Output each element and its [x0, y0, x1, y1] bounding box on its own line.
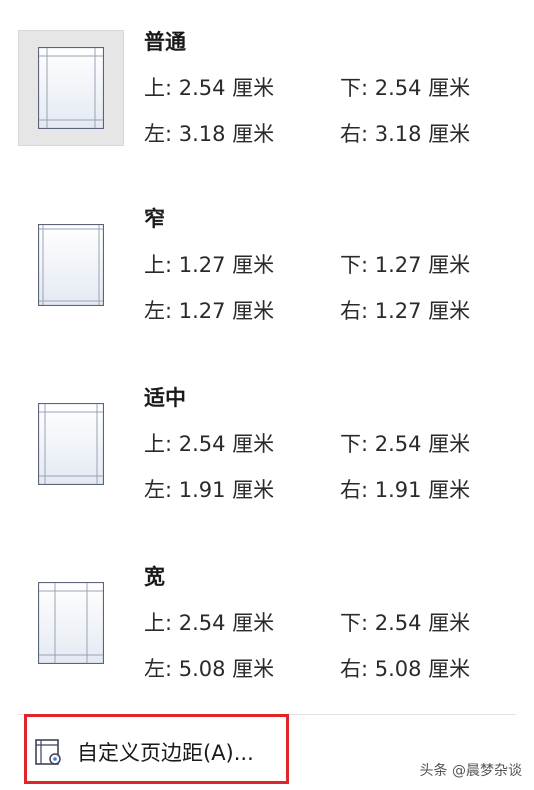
margin-left-value: 左: 1.91 厘米 — [144, 478, 275, 502]
margin-top-value: 上: 2.54 厘米 — [144, 76, 275, 100]
page-wide-margin-icon — [38, 582, 104, 664]
margin-right-value: 右: 5.08 厘米 — [340, 657, 471, 681]
preset-title: 宽 — [144, 565, 165, 589]
margin-preview-narrow — [18, 207, 124, 323]
custom-margins-label: 自定义页边距(A)... — [77, 741, 254, 765]
custom-margins-menu-item[interactable]: 自定义页边距(A)... — [24, 714, 289, 784]
margin-preset-normal[interactable]: 普通 上: 2.54 厘米 下: 2.54 厘米 左: 3.18 厘米 右: 3… — [18, 16, 518, 186]
margin-right-value: 右: 3.18 厘米 — [340, 122, 471, 146]
page-setup-icon — [35, 739, 61, 765]
margin-preset-moderate[interactable]: 适中 上: 2.54 厘米 下: 2.54 厘米 左: 1.91 厘米 右: 1… — [18, 372, 518, 542]
page-narrow-margin-icon — [38, 224, 104, 306]
margin-top-value: 上: 2.54 厘米 — [144, 432, 275, 456]
watermark-text: 头条 @晨梦杂谈 — [419, 763, 522, 779]
margin-preset-narrow[interactable]: 窄 上: 1.27 厘米 下: 1.27 厘米 左: 1.27 厘米 右: 1.… — [18, 193, 518, 363]
margin-top-value: 上: 2.54 厘米 — [144, 611, 275, 635]
margin-right-value: 右: 1.91 厘米 — [340, 478, 471, 502]
margin-preview-wide — [18, 565, 124, 681]
margin-preset-wide[interactable]: 宽 上: 2.54 厘米 下: 2.54 厘米 左: 5.08 厘米 右: 5.… — [18, 551, 518, 721]
margin-bottom-value: 下: 2.54 厘米 — [340, 76, 471, 100]
margin-bottom-value: 下: 1.27 厘米 — [340, 253, 471, 277]
page-normal-margin-icon — [38, 47, 104, 129]
margin-left-value: 左: 3.18 厘米 — [144, 122, 275, 146]
preset-title: 窄 — [144, 207, 165, 231]
margin-top-value: 上: 1.27 厘米 — [144, 253, 275, 277]
margins-dropdown-menu: 普通 上: 2.54 厘米 下: 2.54 厘米 左: 3.18 厘米 右: 3… — [0, 0, 534, 790]
page-moderate-margin-icon — [38, 403, 104, 485]
margin-preview-moderate — [18, 386, 124, 502]
margin-bottom-value: 下: 2.54 厘米 — [340, 611, 471, 635]
preset-title: 适中 — [144, 386, 186, 410]
margin-bottom-value: 下: 2.54 厘米 — [340, 432, 471, 456]
preset-title: 普通 — [144, 30, 186, 54]
margin-left-value: 左: 5.08 厘米 — [144, 657, 275, 681]
margin-left-value: 左: 1.27 厘米 — [144, 299, 275, 323]
margin-preview-normal — [18, 30, 124, 146]
margin-right-value: 右: 1.27 厘米 — [340, 299, 471, 323]
